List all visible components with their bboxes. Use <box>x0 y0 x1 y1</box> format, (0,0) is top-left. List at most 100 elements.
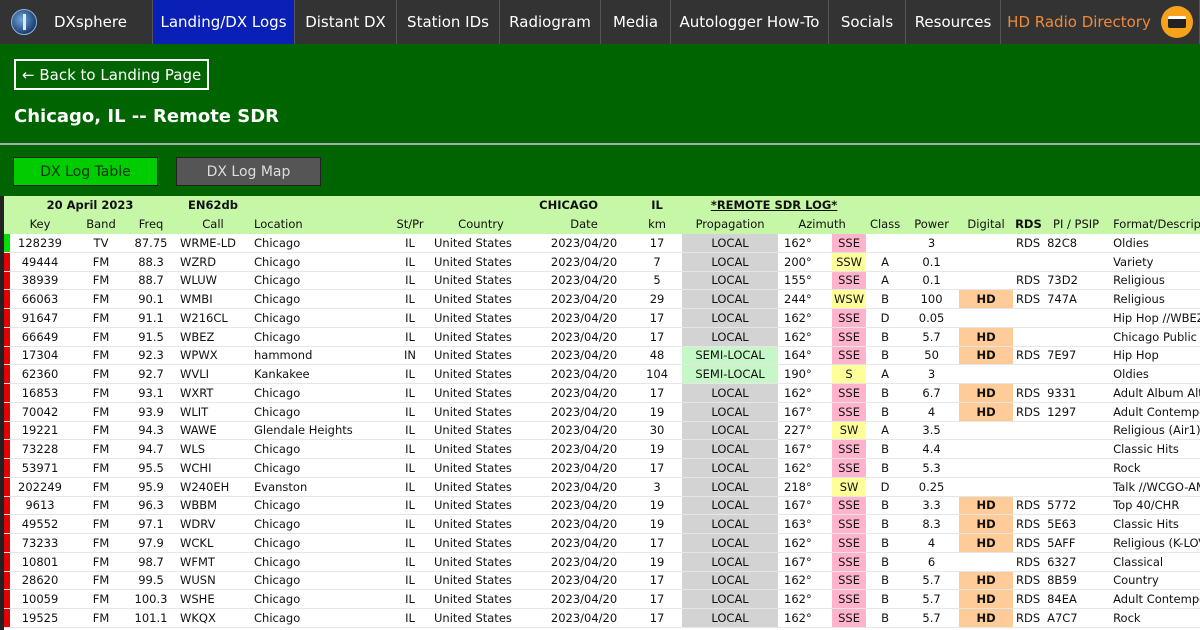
date-cell: 2023/04/20 <box>536 533 633 553</box>
call-cell: WLIT <box>176 402 251 422</box>
azimuth-dir-cell: SSE <box>832 533 867 553</box>
key-cell: 62360 <box>4 364 76 384</box>
power-cell: 0.05 <box>904 308 960 328</box>
format-cell: Oldies <box>1109 233 1200 253</box>
country-cell: United States <box>426 552 537 572</box>
country-cell: United States <box>426 364 537 384</box>
row-status-flag <box>4 365 10 383</box>
tab-dx-log-table[interactable]: DX Log Table <box>13 157 158 186</box>
nav-radiogram[interactable]: Radiogram <box>500 0 601 44</box>
band-cell: FM <box>76 496 126 516</box>
band-cell: FM <box>76 514 126 534</box>
nav-station-ids[interactable]: Station IDs <box>397 0 500 44</box>
table-row: 10059 FM 100.3 WSHE Chicago IL United States 20… <box>4 589 1200 609</box>
call-cell: W216CL <box>176 308 251 328</box>
st-pr-cell: IL <box>394 271 427 291</box>
call-cell: WBBM <box>176 496 251 516</box>
table-row: 19525 FM 101.1 WKQX Chicago IL United States 20… <box>4 608 1200 628</box>
azimuth-cell: 162° <box>778 383 833 403</box>
nav-resources[interactable]: Resources <box>906 0 1001 44</box>
azimuth-dir-cell: SSE <box>832 383 867 403</box>
format-cell: Rock <box>1109 458 1200 478</box>
table-row: 38939 FM 88.7 WLUW Chicago IL United States 202… <box>4 271 1200 291</box>
st-pr-cell: IL <box>394 533 427 553</box>
table-row: 49444 FM 88.3 WZRD Chicago IL United States 202… <box>4 252 1200 272</box>
nav-landing-dx-logs[interactable]: Landing/DX Logs <box>153 0 295 44</box>
nav-socials[interactable]: Socials <box>829 0 906 44</box>
brand-link[interactable]: DXsphere <box>0 0 153 44</box>
key-cell: 10059 <box>4 589 76 609</box>
propagation-cell: LOCAL <box>682 514 779 534</box>
country-cell: United States <box>426 496 537 516</box>
rds-cell: RDS <box>1013 571 1044 591</box>
propagation-cell: LOCAL <box>682 421 779 441</box>
country-cell: United States <box>426 327 537 347</box>
pi-psip-cell: 7E97 <box>1043 346 1110 366</box>
row-status-flag <box>4 571 10 589</box>
table-row: 16853 FM 93.1 WXRT Chicago IL United States 202… <box>4 383 1200 403</box>
key-cell: 202249 <box>4 477 76 497</box>
km-cell: 19 <box>632 439 683 459</box>
azimuth-dir-cell: SSE <box>832 346 867 366</box>
propagation-cell: LOCAL <box>682 271 779 291</box>
country-cell: United States <box>426 477 537 497</box>
propagation-cell: SEMI-LOCAL <box>682 346 779 366</box>
class-cell: D <box>866 477 905 497</box>
country-cell: United States <box>426 346 537 366</box>
azimuth-dir-cell: SSW <box>832 252 867 272</box>
table-body: 128239 TV 87.75 WRME-LD Chicago IL United Stat… <box>4 233 1200 628</box>
table-row: 62360 FM 92.7 WVLI Kankakee IL United States 20… <box>4 364 1200 384</box>
propagation-cell: LOCAL <box>682 402 779 422</box>
freq-cell: 88.3 <box>126 252 177 272</box>
km-cell: 19 <box>632 514 683 534</box>
freq-cell: 93.9 <box>126 402 177 422</box>
call-cell: WMBI <box>176 289 251 309</box>
freq-cell: 92.3 <box>126 346 177 366</box>
class-cell: B <box>866 327 905 347</box>
freq-cell: 93.1 <box>126 383 177 403</box>
table-row: 202249 FM 95.9 W240EH Evanston IL United State… <box>4 477 1200 497</box>
pi-psip-cell: 747A <box>1043 289 1110 309</box>
nav-hd-radio-directory[interactable]: HD Radio Directory <box>1001 0 1200 44</box>
azimuth-dir-cell: SSE <box>832 233 867 253</box>
power-cell: 6.7 <box>904 383 960 403</box>
st-pr-cell: IL <box>394 552 427 572</box>
azimuth-cell: 167° <box>778 496 833 516</box>
format-cell: Religious (K-LOV <box>1109 533 1200 553</box>
freq-cell: 91.1 <box>126 308 177 328</box>
format-cell: Hip Hop //WBEZ <box>1109 308 1200 328</box>
class-cell <box>866 233 905 253</box>
azimuth-cell: 162° <box>778 308 833 328</box>
class-cell: B <box>866 383 905 403</box>
pi-psip-cell <box>1043 421 1110 441</box>
st-pr-cell: IL <box>394 252 427 272</box>
nav-autologger-how-to[interactable]: Autologger How-To <box>671 0 829 44</box>
power-cell: 50 <box>904 346 960 366</box>
table-row: 28620 FM 99.5 WUSN Chicago IL United States 202… <box>4 571 1200 591</box>
pi-psip-cell: 84EA <box>1043 589 1110 609</box>
country-cell: United States <box>426 289 537 309</box>
tab-dx-log-map[interactable]: DX Log Map <box>176 157 321 186</box>
col-key-header: Key <box>4 214 76 234</box>
band-cell: FM <box>76 252 126 272</box>
power-cell: 0.1 <box>904 252 960 272</box>
km-cell: 48 <box>632 346 683 366</box>
nav-distant-dx[interactable]: Distant DX <box>295 0 397 44</box>
col-format-header: Format/Description <box>1109 214 1200 234</box>
country-cell: United States <box>426 571 537 591</box>
st-pr-cell: IL <box>394 439 427 459</box>
st-pr-cell: IL <box>394 458 427 478</box>
nav-media[interactable]: Media <box>601 0 671 44</box>
band-cell: FM <box>76 608 126 628</box>
key-cell: 28620 <box>4 571 76 591</box>
km-cell: 17 <box>632 458 683 478</box>
freq-cell: 98.7 <box>126 552 177 572</box>
top-nav: DXsphere Landing/DX Logs Distant DX Stat… <box>0 0 1200 44</box>
pi-psip-cell: 5E63 <box>1043 514 1110 534</box>
key-value: 10059 <box>21 592 59 607</box>
rds-cell: RDS <box>1013 233 1044 253</box>
back-to-landing-button[interactable]: ← Back to Landing Page <box>14 59 209 90</box>
power-cell: 5.7 <box>904 589 960 609</box>
summary-log-label[interactable]: *REMOTE SDR LOG* <box>682 196 867 215</box>
dx-log-table-container[interactable]: 20 April 2023 EN62db CHICAGO IL *REMOTE … <box>4 196 1200 630</box>
